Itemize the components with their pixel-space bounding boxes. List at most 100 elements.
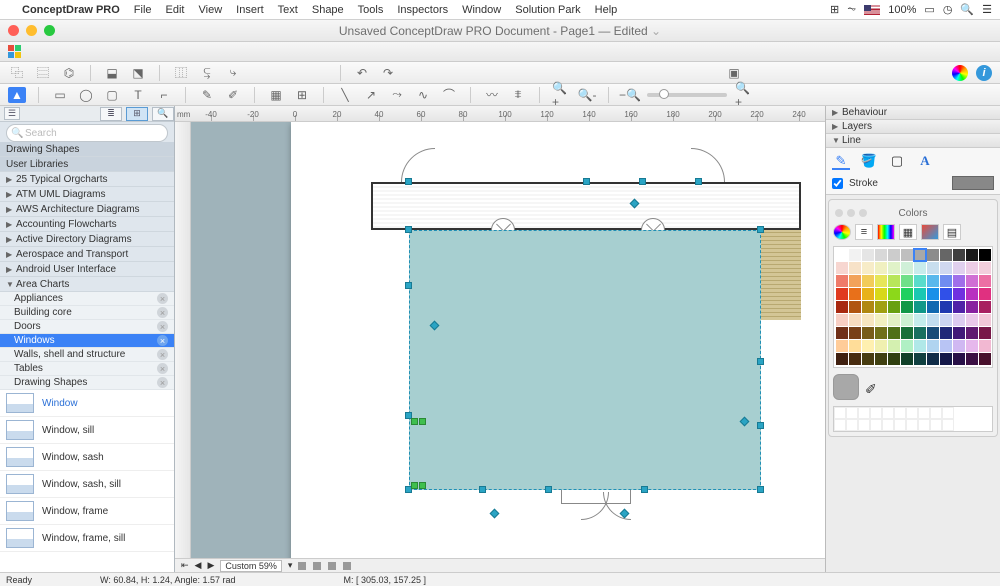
- line-tab-text-icon[interactable]: A: [916, 154, 934, 170]
- sub-building-core[interactable]: Building core×: [0, 306, 174, 320]
- shape-edit-handle[interactable]: [419, 482, 426, 489]
- color-swatch[interactable]: [875, 301, 887, 313]
- color-swatch[interactable]: [862, 275, 874, 287]
- color-swatch[interactable]: [914, 327, 926, 339]
- color-swatch[interactable]: [901, 353, 913, 365]
- close-icon[interactable]: ×: [157, 377, 168, 388]
- tool-zoom-plus[interactable]: 🔍+: [735, 87, 753, 103]
- connector-handle[interactable]: [490, 509, 500, 519]
- menu-edit[interactable]: Edit: [166, 4, 185, 16]
- color-swatch[interactable]: [875, 275, 887, 287]
- color-swatch[interactable]: [940, 249, 952, 261]
- color-swatch[interactable]: [966, 301, 978, 313]
- lib-android[interactable]: ▶Android User Interface: [0, 262, 174, 277]
- page-thumb[interactable]: [313, 562, 321, 570]
- lib-accounting[interactable]: ▶Accounting Flowcharts: [0, 217, 174, 232]
- color-swatch[interactable]: [940, 275, 952, 287]
- selection-handle[interactable]: [757, 226, 764, 233]
- zoom-dropdown-icon[interactable]: ▾: [288, 560, 293, 571]
- selection-handle[interactable]: [695, 178, 702, 185]
- libheader-user-libraries[interactable]: User Libraries: [0, 157, 174, 172]
- color-swatch[interactable]: [979, 249, 991, 261]
- color-swatch[interactable]: [901, 249, 913, 261]
- color-swatch[interactable]: [888, 262, 900, 274]
- color-swatch[interactable]: [966, 262, 978, 274]
- color-swatch[interactable]: [888, 314, 900, 326]
- selection-handle[interactable]: [545, 486, 552, 493]
- color-swatch[interactable]: [836, 275, 848, 287]
- color-swatch[interactable]: [953, 275, 965, 287]
- current-color-swatch[interactable]: [833, 374, 859, 400]
- color-swatch[interactable]: [914, 262, 926, 274]
- menu-text[interactable]: Text: [278, 4, 298, 16]
- close-icon[interactable]: ×: [157, 335, 168, 346]
- color-swatch[interactable]: [914, 301, 926, 313]
- color-swatch[interactable]: [862, 353, 874, 365]
- window-minimize-button[interactable]: [26, 25, 37, 36]
- color-swatch[interactable]: [940, 262, 952, 274]
- tool-pointer[interactable]: ▲: [8, 87, 26, 103]
- page[interactable]: [291, 122, 825, 558]
- color-swatch[interactable]: [888, 353, 900, 365]
- selection-handle[interactable]: [405, 226, 412, 233]
- scroll-left-full-icon[interactable]: ⇤: [181, 560, 189, 571]
- scroll-right-icon[interactable]: ▶: [207, 560, 214, 571]
- shape-edit-handle[interactable]: [419, 418, 426, 425]
- toolbar-hierarchy-icon[interactable]: ⿻: [8, 65, 26, 81]
- color-swatch[interactable]: [849, 275, 861, 287]
- close-icon[interactable]: ×: [157, 307, 168, 318]
- shape-window-sill[interactable]: Window, sill: [0, 417, 174, 444]
- zoom-slider[interactable]: [647, 93, 727, 97]
- toolbar-align-center-icon[interactable]: ⬔: [129, 65, 147, 81]
- toolbar-distribute-icon[interactable]: ⿲: [172, 65, 190, 81]
- shape-edit-handle[interactable]: [411, 482, 418, 489]
- color-swatch[interactable]: [953, 301, 965, 313]
- shape-window[interactable]: Window: [0, 390, 174, 417]
- color-swatch[interactable]: [966, 353, 978, 365]
- custom-color-slots[interactable]: [833, 406, 993, 432]
- color-swatch[interactable]: [953, 327, 965, 339]
- color-swatch[interactable]: [849, 353, 861, 365]
- color-swatch[interactable]: [836, 288, 848, 300]
- shape-window-sash[interactable]: Window, sash: [0, 444, 174, 471]
- library-view-grid[interactable]: ⊞: [126, 107, 148, 121]
- color-swatch[interactable]: [888, 275, 900, 287]
- toolbar-undo-icon[interactable]: ↶: [353, 65, 371, 81]
- color-swatch[interactable]: [849, 340, 861, 352]
- tool-polyline[interactable]: ⩨: [509, 87, 527, 103]
- color-swatch[interactable]: [836, 340, 848, 352]
- color-swatch[interactable]: [901, 327, 913, 339]
- toolbar-tree-icon[interactable]: ⌬: [60, 65, 78, 81]
- door-arc[interactable]: [691, 148, 725, 182]
- menu-window[interactable]: Window: [462, 4, 501, 16]
- color-swatch[interactable]: [862, 340, 874, 352]
- color-swatch[interactable]: [927, 288, 939, 300]
- line-tab-fill-icon[interactable]: 🪣: [860, 154, 878, 170]
- color-swatch[interactable]: [953, 314, 965, 326]
- color-swatch[interactable]: [836, 249, 848, 261]
- selection-handle[interactable]: [641, 486, 648, 493]
- tool-zoomout[interactable]: 🔍-: [578, 87, 596, 103]
- color-swatch[interactable]: [979, 314, 991, 326]
- stroke-checkbox[interactable]: [832, 178, 843, 189]
- menu-view[interactable]: View: [199, 4, 223, 16]
- door-arc[interactable]: [401, 148, 435, 182]
- color-swatch[interactable]: [862, 301, 874, 313]
- sub-windows[interactable]: Windows×: [0, 334, 174, 348]
- shape-window-frame-sill[interactable]: Window, frame, sill: [0, 525, 174, 552]
- tool-zoom-minus[interactable]: −🔍: [621, 87, 639, 103]
- color-swatch[interactable]: [940, 353, 952, 365]
- lib-aerospace[interactable]: ▶Aerospace and Transport: [0, 247, 174, 262]
- color-swatch[interactable]: [875, 327, 887, 339]
- color-swatch[interactable]: [875, 262, 887, 274]
- menu-insert[interactable]: Insert: [236, 4, 264, 16]
- color-swatch[interactable]: [836, 353, 848, 365]
- selection-handle[interactable]: [639, 178, 646, 185]
- color-swatch[interactable]: [914, 288, 926, 300]
- inspector-line[interactable]: ▼Line: [826, 134, 1000, 148]
- menu-shape[interactable]: Shape: [312, 4, 344, 16]
- color-swatch[interactable]: [875, 249, 887, 261]
- menu-solution-park[interactable]: Solution Park: [515, 4, 580, 16]
- color-swatch[interactable]: [862, 288, 874, 300]
- toolbar-align-left-icon[interactable]: ⬓: [103, 65, 121, 81]
